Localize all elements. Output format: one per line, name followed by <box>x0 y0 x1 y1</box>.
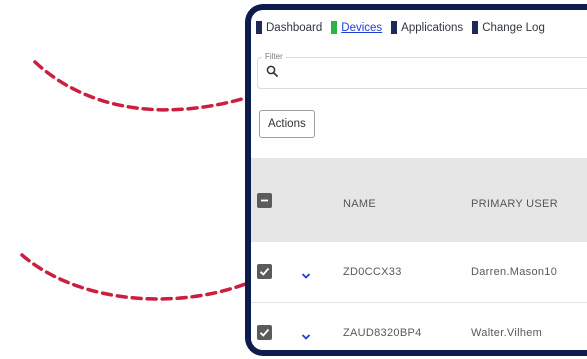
tab-label: Devices <box>341 21 383 34</box>
tab-dashboard[interactable]: Dashboard <box>256 21 322 34</box>
device-name[interactable]: ZD0CCX33 <box>343 266 402 278</box>
column-header-name[interactable]: NAME <box>343 198 376 210</box>
device-frame: Dashboard Devices Applications Change Lo… <box>245 4 587 356</box>
filter-field: Filter <box>257 52 587 89</box>
chevron-down-icon[interactable] <box>301 267 311 285</box>
table-header: NAME PRIMARY USER <box>251 158 587 242</box>
search-icon <box>266 64 278 82</box>
filter-label: Filter <box>262 52 286 61</box>
device-name[interactable]: ZAUD8320BP4 <box>343 327 422 339</box>
row-checkbox[interactable] <box>257 325 272 340</box>
tab-applications[interactable]: Applications <box>391 21 463 34</box>
select-all-checkbox[interactable] <box>257 193 272 208</box>
chevron-down-icon[interactable] <box>301 328 311 346</box>
table-row: ZD0CCX33 Darren.Mason10 <box>251 242 587 303</box>
tab-marker <box>256 21 262 34</box>
tab-marker <box>472 21 479 34</box>
filter-input[interactable] <box>282 64 586 84</box>
annotation-arrow-checkbox <box>20 253 270 301</box>
tab-marker <box>331 21 338 34</box>
primary-user: Walter.Vilhem <box>471 327 543 339</box>
tab-label: Applications <box>401 21 464 34</box>
tab-marker <box>391 21 398 34</box>
row-checkbox[interactable] <box>257 264 272 279</box>
devices-table: NAME PRIMARY USER ZD0CCX33 Darren.Mason1… <box>251 158 587 350</box>
primary-user: Darren.Mason10 <box>471 266 558 278</box>
column-header-primary-user[interactable]: PRIMARY USER <box>471 198 558 210</box>
tab-label: Change Log <box>482 21 545 34</box>
nav-tabs: Dashboard Devices Applications Change Lo… <box>256 21 554 34</box>
actions-button[interactable]: Actions <box>259 110 315 138</box>
tab-label: Dashboard <box>266 21 323 34</box>
table-row: ZAUD8320BP4 Walter.Vilhem <box>251 303 587 350</box>
tab-devices[interactable]: Devices <box>331 21 382 34</box>
tab-change-log[interactable]: Change Log <box>472 21 545 34</box>
